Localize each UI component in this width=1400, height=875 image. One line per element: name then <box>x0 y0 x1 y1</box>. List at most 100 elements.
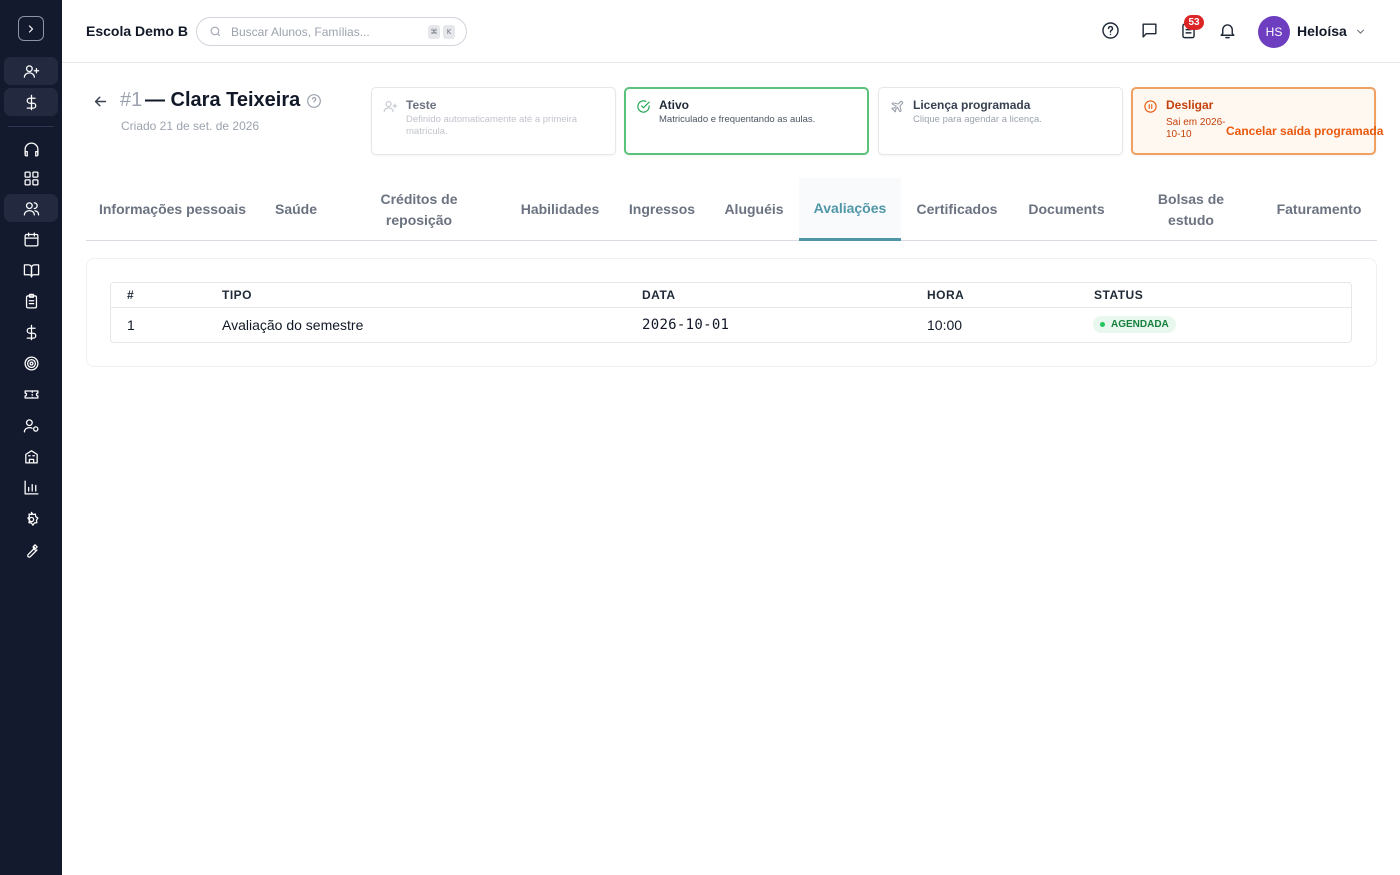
sidebar-item-students[interactable] <box>4 194 58 222</box>
bell-icon <box>1220 24 1235 39</box>
tab-certificates[interactable]: Certificados <box>907 178 1007 241</box>
user-menu-toggle[interactable] <box>1354 25 1367 43</box>
search-placeholder: Buscar Alunos, Famílias... <box>231 24 370 39</box>
headphones-icon <box>23 141 39 157</box>
tab-health[interactable]: Saúde <box>259 178 333 241</box>
tab-scholarships[interactable]: Bolsas de estudo <box>1136 178 1246 241</box>
status-card-title: Licença programada <box>913 98 1031 112</box>
expand-sidebar-button[interactable] <box>18 16 44 41</box>
gear-icon <box>26 511 39 526</box>
tab-tickets[interactable]: Ingressos <box>620 178 704 241</box>
sidebar-divider <box>8 126 54 127</box>
notification-count-badge: 53 <box>1184 15 1204 30</box>
tab-rentals[interactable]: Aluguéis <box>715 178 793 241</box>
help-circle-icon <box>307 94 321 108</box>
student-name: — Clara Teixeira <box>145 89 301 111</box>
top-bar: Escola Demo B Buscar Alunos, Famílias...… <box>62 0 1400 63</box>
cell-time: 10:00 <box>927 317 963 333</box>
cell-number: 1 <box>127 317 135 333</box>
pause-circle-icon <box>1143 99 1158 119</box>
back-button[interactable] <box>92 93 109 115</box>
grid-icon <box>23 170 39 186</box>
user-name[interactable]: Heloísa <box>1297 23 1347 39</box>
plane-icon <box>890 99 905 119</box>
tab-evaluations[interactable]: Avaliações <box>799 178 901 241</box>
help-circle-icon <box>1102 22 1119 39</box>
sidebar-item-goals[interactable] <box>4 349 58 377</box>
status-card-drop[interactable]: Desligar Sai em 2026-10-10 <box>1131 87 1376 155</box>
sidebar-item-tickets[interactable] <box>4 380 58 408</box>
table-header: # TIPO DATA HORA STATUS <box>111 283 1351 308</box>
chevron-right-icon <box>28 24 34 33</box>
avatar[interactable]: HS <box>1258 16 1290 48</box>
users-icon <box>23 201 39 216</box>
chevron-down-icon <box>1356 29 1365 34</box>
search-icon <box>210 26 221 37</box>
school-name: Escola Demo B <box>86 23 188 39</box>
user-settings-icon <box>23 418 39 433</box>
tab-personal-info[interactable]: Informações pessoais <box>86 178 259 241</box>
status-card-title: Teste <box>406 98 437 112</box>
evaluations-table: # TIPO DATA HORA STATUS 1 Avaliação do s… <box>110 282 1352 343</box>
status-badge-label: AGENDADA <box>1111 319 1169 330</box>
cancel-scheduled-exit-link[interactable]: Cancelar saída programada <box>1226 124 1383 138</box>
sidebar-item-support[interactable] <box>4 135 58 163</box>
sidebar-item-settings[interactable] <box>4 505 58 533</box>
calendar-icon <box>23 231 39 247</box>
status-card-active[interactable]: Ativo Matriculado e frequentando as aula… <box>624 87 869 155</box>
column-header-status: STATUS <box>1094 288 1144 302</box>
sidebar-item-buildings[interactable] <box>4 442 58 470</box>
sidebar-item-add-student[interactable] <box>4 57 58 85</box>
help-button[interactable] <box>1101 21 1121 41</box>
shortcut-key-cmd: ⌘ <box>428 25 440 39</box>
status-card-title: Ativo <box>659 98 689 112</box>
user-plus-icon <box>23 64 39 78</box>
dollar-icon <box>26 94 36 110</box>
user-plus-icon <box>383 99 398 119</box>
sidebar-item-calendar[interactable] <box>4 225 58 253</box>
bar-chart-icon <box>23 479 39 495</box>
column-header-number: # <box>127 288 135 302</box>
arrow-left-icon <box>94 96 107 107</box>
sidebar-item-payments[interactable] <box>4 88 58 116</box>
search-input[interactable]: Buscar Alunos, Famílias... ⌘ K <box>196 17 467 46</box>
target-icon <box>23 355 39 371</box>
student-help-button[interactable] <box>306 93 322 114</box>
shortcut-key-k: K <box>443 25 455 39</box>
sidebar-item-reports[interactable] <box>4 473 58 501</box>
clipboard-icon <box>25 293 37 309</box>
building-icon <box>24 449 38 464</box>
status-card-description: Sai em 2026-10-10 <box>1166 117 1226 140</box>
status-card-description: Matriculado e frequentando as aulas. <box>659 114 816 125</box>
column-header-time: HORA <box>927 288 965 302</box>
status-badge: AGENDADA <box>1093 316 1176 333</box>
message-square-icon <box>1142 23 1157 38</box>
student-id: #1 <box>120 89 143 111</box>
tab-billing[interactable]: Faturamento <box>1266 178 1372 241</box>
sidebar-item-attendance[interactable] <box>4 287 58 315</box>
created-date: Criado 21 de set. de 2026 <box>121 119 260 133</box>
sidebar-item-tools[interactable] <box>4 536 58 564</box>
sidebar-item-dashboard[interactable] <box>4 164 58 192</box>
tab-makeup-credits[interactable]: Créditos de reposição <box>352 178 486 241</box>
ticket-icon <box>23 389 39 399</box>
sidebar <box>0 0 62 875</box>
sidebar-item-courses[interactable] <box>4 256 58 284</box>
sidebar-item-finance[interactable] <box>4 318 58 346</box>
status-card-title: Desligar <box>1166 98 1214 112</box>
status-card-description: Clique para agendar a licença. <box>913 114 1042 125</box>
wrench-icon <box>26 543 38 558</box>
cell-date: 2026-10-01 <box>642 317 730 333</box>
check-circle-icon <box>636 99 651 119</box>
dollar-icon <box>26 324 36 340</box>
sidebar-item-staff[interactable] <box>4 411 58 439</box>
tab-skills[interactable]: Habilidades <box>510 178 610 241</box>
tab-documents[interactable]: Documents <box>1018 178 1115 241</box>
status-card-leave[interactable]: Licença programada Clique para agendar a… <box>878 87 1123 155</box>
cell-type: Avaliação do semestre <box>222 317 364 333</box>
notifications-button[interactable] <box>1218 21 1238 41</box>
column-header-type: TIPO <box>222 288 253 302</box>
column-header-date: DATA <box>642 288 676 302</box>
status-card-trial[interactable]: Teste Definido automaticamente até a pri… <box>371 87 616 155</box>
messages-button[interactable] <box>1140 21 1160 41</box>
